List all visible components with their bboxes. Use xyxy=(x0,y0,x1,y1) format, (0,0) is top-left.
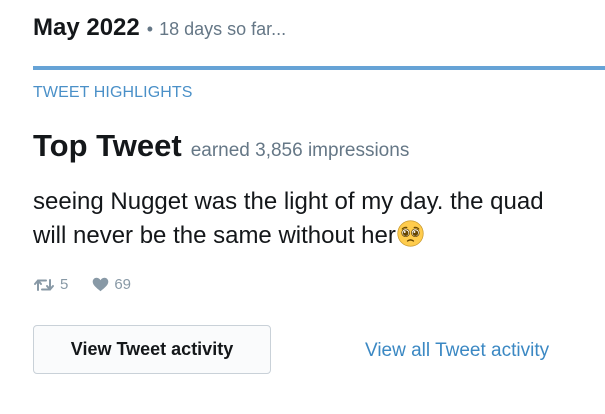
month-separator: • xyxy=(146,19,154,39)
section-label: TWEET HIGHLIGHTS xyxy=(33,84,193,101)
retweet-count: 5 xyxy=(60,276,69,293)
top-tweet-heading: Top Tweet earned 3,856 impressions xyxy=(33,128,409,164)
tweet-text: seeing Nugget was the light of my day. t… xyxy=(33,188,544,249)
tweet-text-block: seeing Nugget was the light of my day. t… xyxy=(33,185,573,253)
impressions-text: earned 3,856 impressions xyxy=(190,140,410,161)
like-count: 69 xyxy=(114,276,132,293)
heart-icon xyxy=(93,277,109,292)
like-stat: 69 xyxy=(92,276,131,293)
analytics-month-card: May 2022 • 18 days so far... TWEET HIGHL… xyxy=(0,0,605,414)
view-tweet-activity-button[interactable]: View Tweet activity xyxy=(33,325,271,374)
month-divider xyxy=(33,66,605,70)
top-tweet-title: Top Tweet xyxy=(33,128,182,163)
month-header: May 2022 • 18 days so far... xyxy=(33,14,286,42)
pleading-face-emoji-icon xyxy=(397,220,424,247)
view-all-tweet-activity-link[interactable]: View all Tweet activity xyxy=(365,340,549,362)
retweet-stat: 5 xyxy=(33,276,68,293)
month-subtitle: 18 days so far... xyxy=(159,19,287,39)
tweet-stats: 5 69 xyxy=(33,276,155,293)
retweet-icon xyxy=(34,278,54,291)
month-title: May 2022 xyxy=(33,14,140,41)
